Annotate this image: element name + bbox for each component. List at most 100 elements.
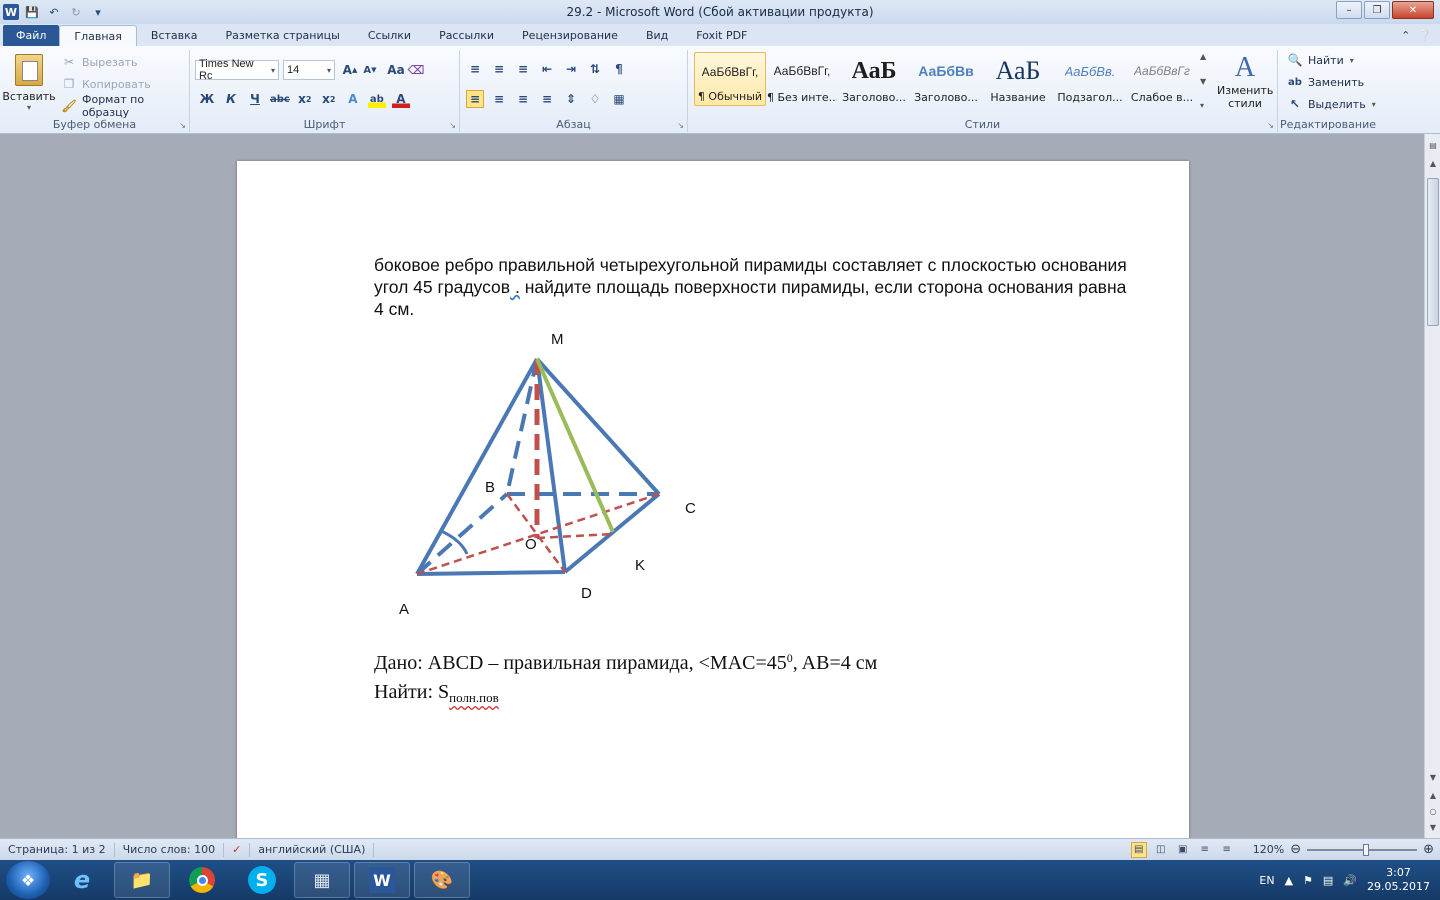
grow-font-icon[interactable]: A ▲ — [341, 61, 359, 79]
tab-references[interactable]: Ссылки — [354, 25, 425, 46]
sort-icon[interactable]: ⇅ — [586, 60, 604, 78]
increase-indent-icon[interactable]: ⇥ — [562, 60, 580, 78]
paint-icon[interactable]: 🎨 — [414, 862, 470, 898]
align-left-icon[interactable]: ≡ — [466, 90, 484, 108]
explorer-icon[interactable]: 📁 — [114, 862, 170, 898]
proofing-icon[interactable]: ✓ — [224, 842, 251, 857]
tab-home[interactable]: Главная — [59, 25, 137, 46]
ie-icon[interactable]: e — [54, 862, 110, 898]
cut-button[interactable]: ✂ Вырезать — [58, 52, 139, 72]
style-normal[interactable]: АаБбВвГг, ¶ Обычный — [694, 52, 766, 106]
shading-icon[interactable]: ♢ — [586, 90, 604, 108]
tab-review[interactable]: Рецензирование — [508, 25, 632, 46]
word-count[interactable]: Число слов: 100 — [115, 842, 225, 857]
network-icon[interactable]: ▤ — [1323, 874, 1333, 887]
tab-view[interactable]: Вид — [632, 25, 682, 46]
help-icon[interactable]: ❔ — [1418, 29, 1432, 42]
tab-mailings[interactable]: Рассылки — [425, 25, 508, 46]
borders-icon[interactable]: ▦ — [610, 90, 628, 108]
close-button[interactable]: ✕ — [1392, 1, 1434, 19]
draft-icon[interactable]: ≡ — [1219, 842, 1235, 858]
decrease-indent-icon[interactable]: ⇤ — [538, 60, 556, 78]
page-count[interactable]: Страница: 1 из 2 — [0, 842, 115, 857]
style-subtitle[interactable]: АаБбВв. Подзагол... — [1054, 52, 1126, 106]
justify-icon[interactable]: ≡ — [538, 90, 556, 108]
dialog-launcher-icon[interactable]: ↘ — [677, 121, 684, 130]
bullets-icon[interactable]: ≡ — [466, 60, 484, 78]
zoom-slider-knob[interactable] — [1363, 843, 1370, 856]
zoom-slider[interactable] — [1307, 843, 1418, 856]
multilevel-list-icon[interactable]: ≡ — [514, 60, 532, 78]
dialog-launcher-icon[interactable]: ↘ — [1267, 121, 1274, 130]
shrink-font-icon[interactable]: A ▼ — [361, 61, 379, 79]
chevron-down-icon[interactable]: ▼ — [1200, 77, 1214, 86]
format-painter-button[interactable]: 🖌 Формат по образцу — [58, 93, 189, 119]
show-hidden-icons-icon[interactable]: ▲ — [1285, 874, 1293, 887]
print-layout-icon[interactable]: ▤ — [1130, 841, 1147, 858]
zoom-in-icon[interactable]: ⊕ — [1423, 842, 1434, 857]
scroll-up-icon[interactable]: ▲ — [1426, 156, 1440, 170]
font-size-combo[interactable]: 14 ▾ — [283, 60, 335, 80]
line-spacing-icon[interactable]: ⇕ — [562, 90, 580, 108]
strikethrough-icon[interactable]: abc — [270, 90, 290, 108]
restore-button[interactable]: ❐ — [1364, 1, 1390, 19]
align-right-icon[interactable]: ≡ — [514, 90, 532, 108]
scrollbar-thumb[interactable] — [1427, 178, 1439, 326]
change-styles-button[interactable]: A Изменить стили — [1216, 52, 1274, 114]
flag-icon[interactable]: ⚑ — [1303, 874, 1313, 887]
ruler-toggle-icon[interactable]: ▤ — [1426, 138, 1440, 152]
dialog-launcher-icon[interactable]: ↘ — [449, 121, 456, 130]
previous-page-icon[interactable]: ▲ — [1426, 788, 1440, 802]
scroll-down-icon[interactable]: ▼ — [1426, 770, 1440, 784]
tab-file[interactable]: Файл — [3, 25, 60, 46]
next-page-icon[interactable]: ▼ — [1426, 820, 1440, 834]
paste-button[interactable]: Вставить ▾ — [2, 52, 56, 114]
word-app-icon[interactable]: W — [3, 4, 19, 20]
tab-foxit-pdf[interactable]: Foxit PDF — [682, 25, 761, 46]
clear-formatting-icon[interactable]: ⌫ — [407, 61, 425, 79]
web-layout-icon[interactable]: ▣ — [1175, 842, 1191, 858]
pilcrow-icon[interactable]: ¶ — [610, 60, 628, 78]
given-block[interactable]: Дано: ABCD – правильная пирамида, <MAC=4… — [374, 644, 877, 712]
calculator-icon[interactable]: ▦ — [294, 862, 350, 898]
document-page[interactable]: боковое ребро правильной четырехугольной… — [237, 161, 1189, 838]
skype-icon[interactable]: S — [234, 862, 290, 898]
find-button[interactable]: 🔍 Найти ▾ — [1284, 50, 1356, 70]
outline-icon[interactable]: ≡ — [1197, 842, 1213, 858]
font-color-icon[interactable]: A — [391, 90, 410, 108]
input-language[interactable]: EN — [1259, 874, 1274, 887]
redo-icon[interactable]: ↻ — [67, 3, 85, 21]
change-case-icon[interactable]: Aa — [387, 61, 405, 79]
style-subtle-emphasis[interactable]: АаБбВвГг Слабое в... — [1126, 52, 1198, 106]
save-icon[interactable]: 💾 — [23, 3, 41, 21]
browse-object-icon[interactable]: ○ — [1426, 804, 1440, 818]
start-button[interactable]: ❖ — [6, 861, 50, 899]
word-icon[interactable]: W — [354, 862, 410, 898]
underline-icon[interactable]: Ч — [246, 90, 264, 108]
volume-icon[interactable]: 🔊 — [1343, 874, 1357, 887]
undo-icon[interactable]: ↶ — [45, 3, 63, 21]
zoom-level[interactable]: 120% — [1253, 843, 1284, 856]
chevron-up-icon[interactable]: ▲ — [1200, 52, 1214, 61]
chrome-icon[interactable] — [174, 862, 230, 898]
copy-button[interactable]: ❐ Копировать — [58, 74, 153, 94]
tab-page-layout[interactable]: Разметка страницы — [212, 25, 354, 46]
style-heading-2[interactable]: АаБбВв Заголово... — [910, 52, 982, 106]
align-center-icon[interactable]: ≡ — [490, 90, 508, 108]
superscript-icon[interactable]: x2 — [320, 90, 338, 108]
style-heading-1[interactable]: АаБ Заголово... — [838, 52, 910, 106]
document-paragraph[interactable]: боковое ребро правильной четырехугольной… — [374, 254, 1134, 320]
replace-button[interactable]: ab Заменить — [1284, 72, 1366, 92]
style-no-spacing[interactable]: АаБбВвГг, ¶ Без инте... — [766, 52, 838, 106]
text-effects-icon[interactable]: A — [344, 90, 362, 108]
more-icon[interactable]: ▾ — [1200, 101, 1214, 110]
subscript-icon[interactable]: x2 — [296, 90, 314, 108]
full-screen-reading-icon[interactable]: ◫ — [1153, 842, 1169, 858]
dialog-launcher-icon[interactable]: ↘ — [179, 121, 186, 130]
style-title[interactable]: АаБ Название — [982, 52, 1054, 106]
italic-icon[interactable]: К — [222, 90, 240, 108]
language-indicator[interactable]: английский (США) — [250, 842, 375, 857]
clock[interactable]: 3:07 29.05.2017 — [1367, 866, 1430, 894]
minimize-ribbon-icon[interactable]: ⌃ — [1401, 29, 1410, 42]
vertical-scrollbar[interactable]: ▤ ▲ ▼ ▲ ○ ▼ — [1424, 134, 1440, 838]
